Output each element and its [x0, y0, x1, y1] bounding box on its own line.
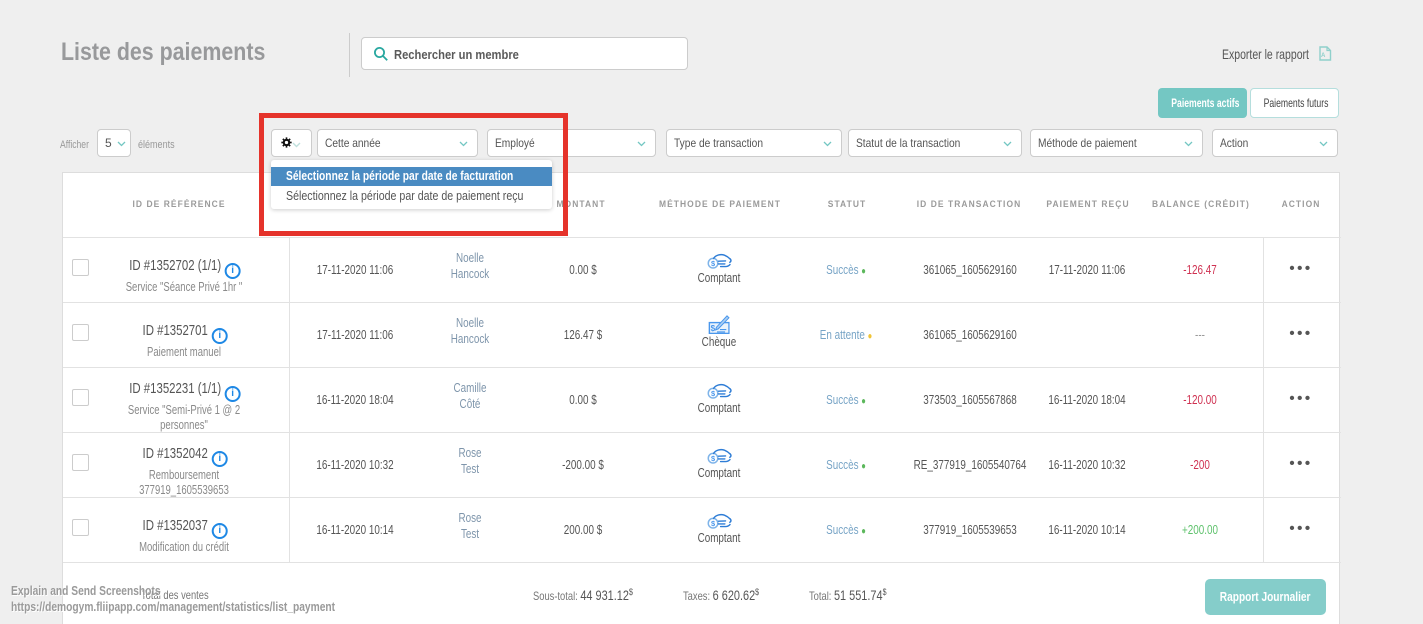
svg-text:A: A [1321, 53, 1326, 59]
svg-text:$: $ [711, 324, 716, 333]
